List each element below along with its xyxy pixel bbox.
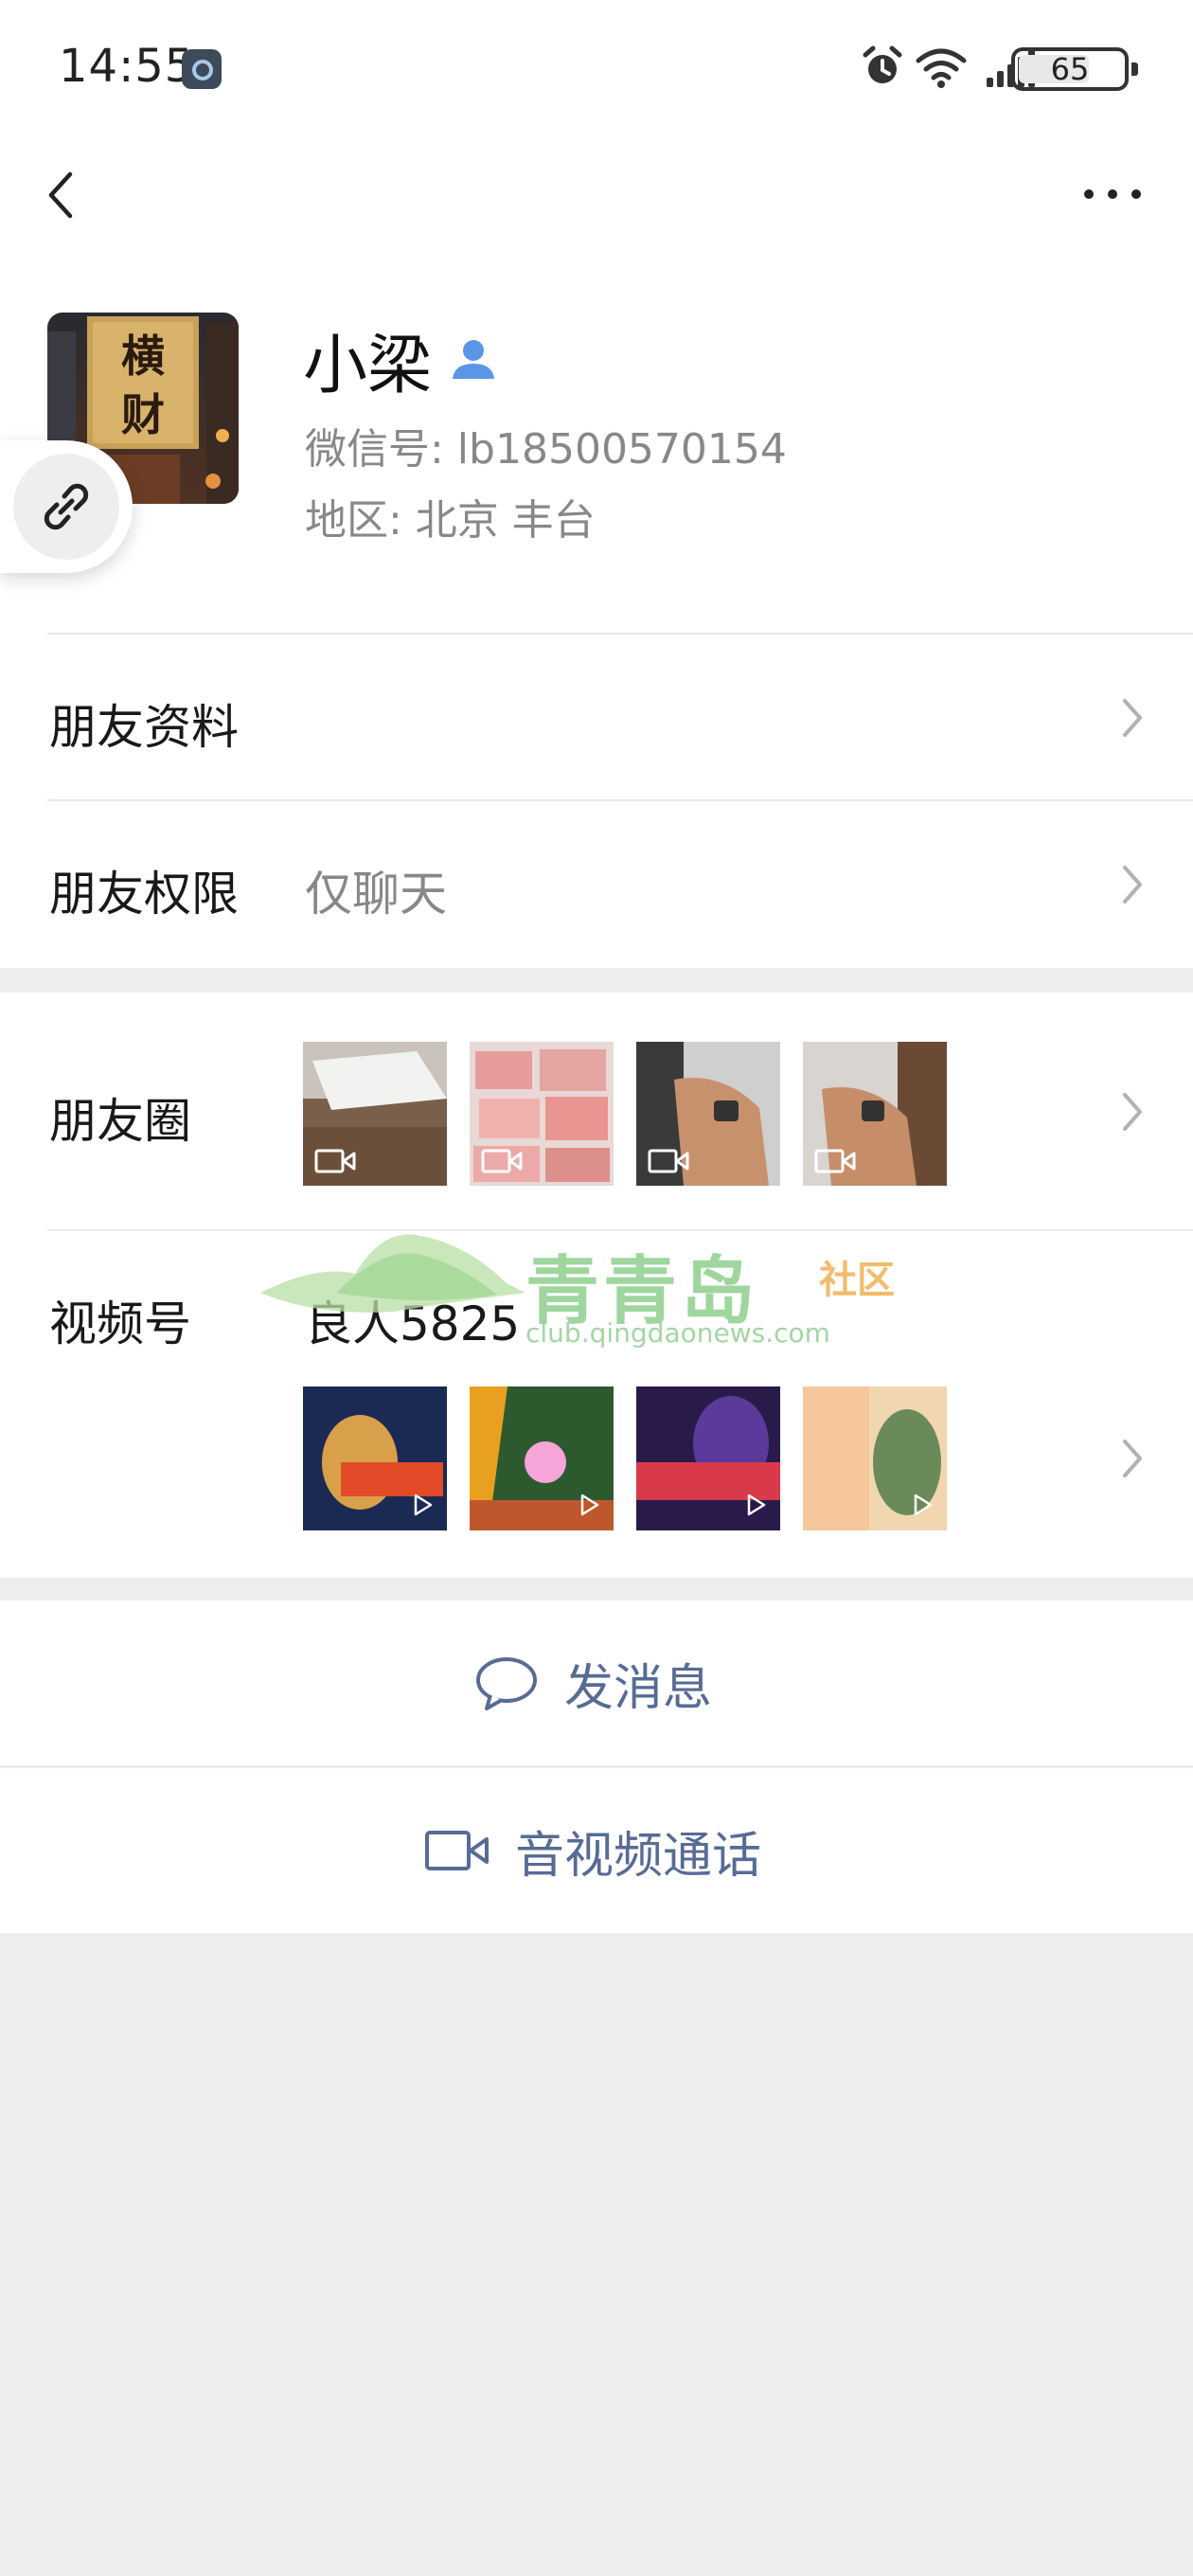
video-camera-icon xyxy=(425,1831,489,1870)
top-nav xyxy=(0,133,1193,256)
back-chevron-icon[interactable] xyxy=(36,167,93,224)
video-camera-icon xyxy=(481,1149,523,1173)
chat-bubble-icon xyxy=(476,1657,537,1710)
play-icon xyxy=(414,1494,433,1516)
status-bar: 14:55 65 xyxy=(0,0,1193,133)
video-camera-icon xyxy=(648,1149,689,1173)
alarm-icon xyxy=(863,45,902,83)
video-camera-icon xyxy=(814,1149,856,1173)
chevron-right-icon xyxy=(1123,866,1142,903)
chevron-right-icon xyxy=(1123,1093,1142,1131)
moments-thumb xyxy=(636,1042,780,1186)
wechat-id: 微信号: lb18500570154 xyxy=(305,425,787,474)
moments-label: 朋友圈 xyxy=(49,1094,191,1149)
play-icon xyxy=(580,1494,599,1516)
moments-row[interactable]: 朋友圈 xyxy=(0,993,1193,1231)
region: 地区: 北京 丰台 xyxy=(305,496,596,545)
friend-permission-row[interactable]: 朋友权限 仅聊天 xyxy=(0,801,1193,968)
battery-nub xyxy=(1131,63,1138,76)
contact-person-icon xyxy=(453,340,494,379)
video-call-label: 音视频通话 xyxy=(515,1827,762,1885)
channels-thumb xyxy=(303,1386,447,1530)
battery-level: 65 xyxy=(1050,51,1090,87)
friend-permission-label: 朋友权限 xyxy=(49,867,239,921)
app-notification-icon xyxy=(182,49,222,89)
wifi-icon xyxy=(916,48,967,88)
channels-thumb xyxy=(636,1386,780,1530)
send-message-button[interactable]: 发消息 xyxy=(0,1601,1193,1765)
battery-icon: 65 xyxy=(1011,47,1138,91)
play-icon xyxy=(747,1494,766,1516)
more-dots-icon[interactable] xyxy=(1079,180,1146,208)
profile-header: 横 财 小梁 微信号: lb18500570154 地区: 北京 丰台 xyxy=(0,256,1193,635)
moments-thumb xyxy=(803,1042,947,1186)
link-button[interactable] xyxy=(0,440,133,573)
video-call-button[interactable]: 音视频通话 xyxy=(0,1768,1193,1933)
moments-thumb xyxy=(303,1042,447,1186)
chevron-right-icon xyxy=(1123,1440,1142,1477)
friend-info-label: 朋友资料 xyxy=(49,700,239,755)
friend-info-row[interactable]: 朋友资料 xyxy=(0,635,1193,801)
channels-label: 视频号 xyxy=(49,1297,191,1351)
link-icon xyxy=(44,483,89,530)
moments-thumb xyxy=(470,1042,614,1186)
channels-row[interactable]: 视频号 良人5825 xyxy=(0,1231,1193,1578)
status-time: 14:55 xyxy=(59,40,195,93)
avatar-char-1: 横 xyxy=(121,331,165,382)
chevron-right-icon xyxy=(1123,699,1142,737)
video-camera-icon xyxy=(314,1149,356,1173)
send-message-label: 发消息 xyxy=(564,1659,713,1717)
channels-name: 良人5825 xyxy=(305,1297,521,1351)
avatar-char-2: 财 xyxy=(121,389,165,440)
nickname: 小梁 xyxy=(303,329,433,403)
friend-permission-value: 仅聊天 xyxy=(305,867,447,921)
channels-thumb xyxy=(470,1386,614,1530)
play-icon xyxy=(914,1494,933,1516)
channels-thumb xyxy=(803,1386,947,1530)
